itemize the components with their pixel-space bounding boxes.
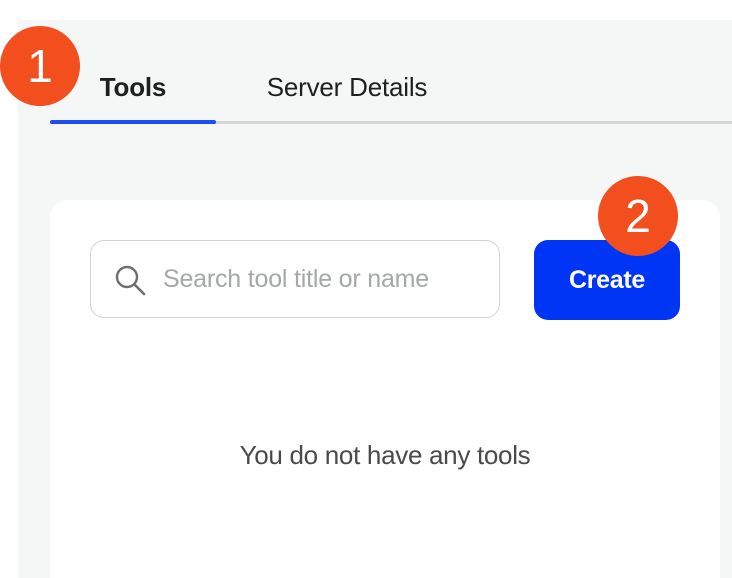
canvas: Tools Server Details Create You do not h… <box>0 0 732 578</box>
tools-card: Create You do not have any tools <box>50 200 720 578</box>
tab-server-details[interactable]: Server Details <box>254 50 440 124</box>
empty-state-message: You do not have any tools <box>239 440 531 470</box>
search-box[interactable] <box>90 240 500 318</box>
tab-bar: Tools Server Details <box>50 50 732 124</box>
create-button[interactable]: Create <box>534 240 680 320</box>
step-marker-1: 1 <box>0 26 80 106</box>
search-input[interactable] <box>163 259 483 299</box>
search-icon <box>115 265 146 296</box>
step-marker-2: 2 <box>598 176 678 256</box>
